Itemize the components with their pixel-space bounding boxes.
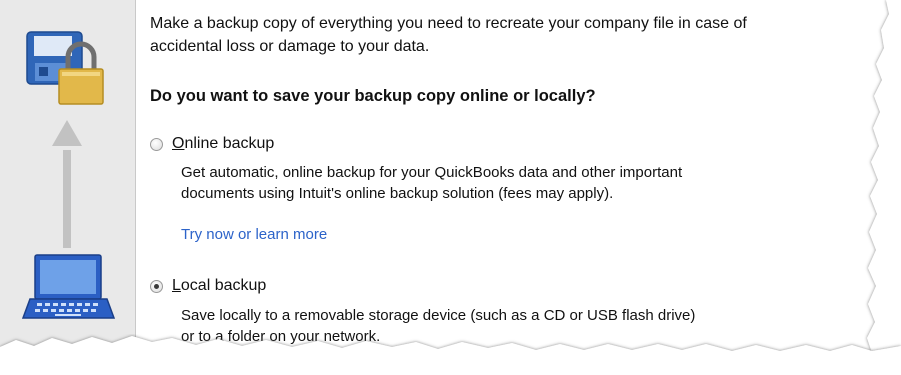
- local-backup-mnemonic: L: [172, 277, 181, 294]
- local-backup-radio[interactable]: [150, 279, 163, 293]
- local-backup-desc-line-1: Save locally to a removable storage devi…: [181, 307, 696, 324]
- intro-line-1: Make a backup copy of everything you nee…: [150, 15, 747, 32]
- local-backup-description: Save locally to a removable storage devi…: [181, 305, 695, 347]
- online-backup-radio[interactable]: [150, 137, 163, 151]
- local-backup-option[interactable]: Local backup: [150, 277, 266, 295]
- local-backup-label[interactable]: Local backup: [172, 277, 266, 295]
- online-backup-desc-line-2: documents using Intuit's online backup s…: [181, 185, 614, 202]
- try-now-link[interactable]: Try now or learn more: [181, 226, 327, 243]
- backup-question-heading: Do you want to save your backup copy onl…: [150, 87, 596, 105]
- sidebar-illustration: [0, 0, 136, 375]
- online-backup-mnemonic: O: [172, 135, 185, 152]
- local-backup-desc-line-2: or to a folder on your network.: [181, 328, 381, 345]
- floppy-and-lock-icon: [26, 31, 104, 105]
- local-backup-label-rest: ocal backup: [180, 277, 267, 294]
- intro-line-2: accidental loss or damage to your data.: [150, 38, 430, 55]
- up-arrow-icon: [52, 120, 82, 248]
- online-backup-option[interactable]: Online backup: [150, 135, 274, 153]
- laptop-icon: [21, 254, 116, 319]
- online-backup-label-rest: nline backup: [184, 135, 275, 152]
- online-backup-label[interactable]: Online backup: [172, 135, 274, 153]
- online-backup-desc-line-1: Get automatic, online backup for your Qu…: [181, 164, 683, 181]
- intro-text: Make a backup copy of everything you nee…: [150, 12, 890, 58]
- online-backup-description: Get automatic, online backup for your Qu…: [181, 162, 682, 204]
